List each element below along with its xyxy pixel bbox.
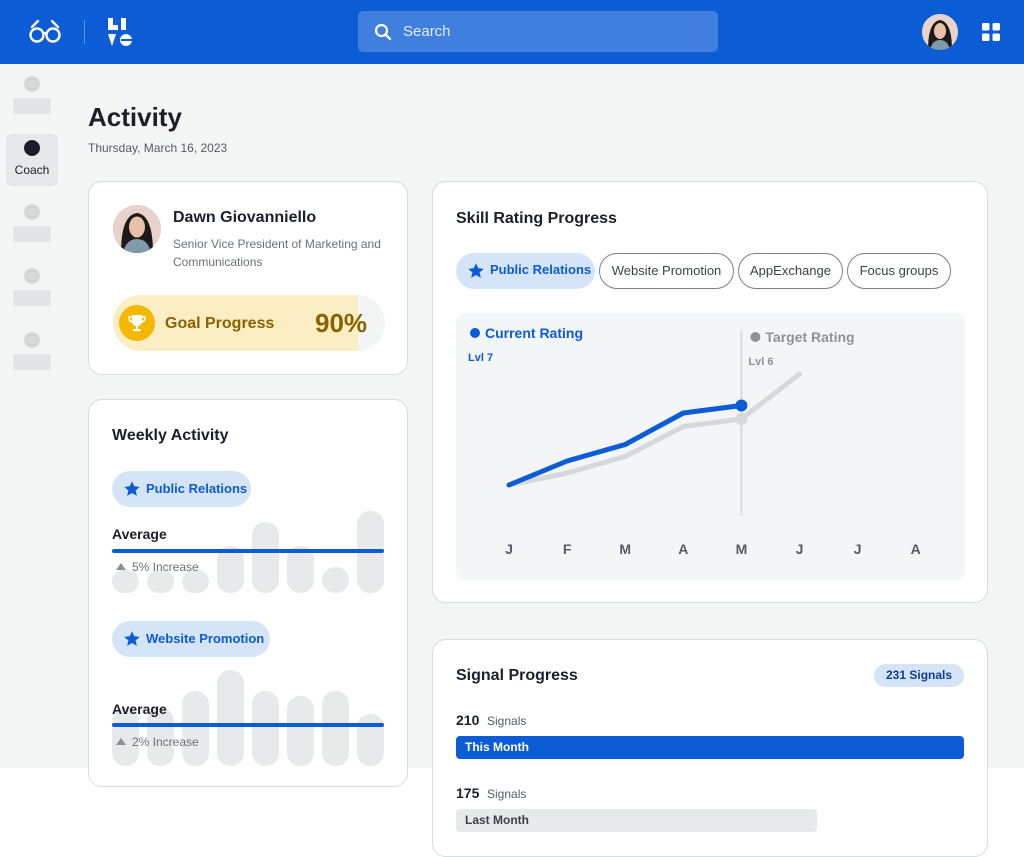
sidebar-item-5[interactable] (6, 326, 58, 378)
signals-total-badge: 231 Signals (874, 664, 965, 687)
target-rating-level: Lvl 6 (748, 356, 773, 368)
profile-avatar (113, 205, 161, 253)
current-rating-level: Lvl 7 (468, 352, 493, 364)
sidebar-item-4[interactable] (6, 262, 58, 314)
weekly-bars-website-promotion (112, 670, 385, 766)
glasses-logo-icon[interactable] (28, 19, 62, 45)
star-icon (468, 263, 484, 278)
weekly-activity-card: Weekly Activity Public Relations Average… (88, 399, 408, 787)
weekly-activity-bar (252, 522, 279, 593)
weekly-change-text: 2% Increase (112, 735, 199, 749)
signal-bar-this-month: This Month (456, 736, 964, 759)
signal-count-last-month: 175 (456, 785, 480, 801)
x-axis-tick-label: A (911, 541, 921, 557)
sidebar-item-placeholder (13, 98, 51, 114)
top-navigation-bar: Search (0, 0, 1024, 64)
tab-public-relations[interactable]: Public Relations (456, 253, 595, 289)
signal-unit: Signals (487, 787, 527, 801)
weekly-average-label: Average (112, 701, 167, 717)
logo-divider (84, 20, 85, 44)
tab-label: Public Relations (490, 262, 592, 277)
weekly-chip-public-relations[interactable]: Public Relations (112, 471, 251, 507)
page-date: Thursday, March 16, 2023 (88, 141, 228, 155)
user-avatar[interactable] (922, 14, 958, 50)
sidebar-item-placeholder (13, 290, 51, 306)
tab-focus-groups[interactable]: Focus groups (847, 253, 951, 289)
goal-progress-bar: Goal Progress 90% (113, 295, 385, 351)
current-rating-legend: Current Rating (485, 325, 583, 341)
weekly-chip-website-promotion[interactable]: Website Promotion (112, 621, 270, 657)
weekly-activity-bar (357, 714, 384, 766)
sidebar-item-placeholder (13, 354, 51, 370)
x-axis-tick-label: A (678, 541, 688, 557)
weekly-activity-bar (287, 546, 314, 593)
x-axis-tick-label: J (796, 541, 804, 557)
sidebar-item-icon (24, 140, 40, 156)
profile-role: Senior Vice President of Marketing and C… (173, 237, 381, 269)
apps-grid-icon[interactable] (982, 23, 1000, 41)
star-icon (124, 631, 140, 646)
trophy-icon (119, 305, 155, 341)
sidebar-item-icon (24, 332, 40, 348)
signal-progress-card: Signal Progress 231 Signals 210 Signals … (432, 639, 988, 857)
goal-progress-label: Goal Progress (165, 315, 275, 332)
skill-rating-title: Skill Rating Progress (456, 210, 617, 227)
weekly-change-text: 5% Increase (112, 560, 199, 574)
weekly-activity-bar (322, 567, 349, 593)
weekly-chip-label: Public Relations (146, 481, 248, 496)
sidebar-item-icon (24, 268, 40, 284)
signal-bar-last-month: Last Month (456, 809, 817, 832)
x-axis-tick-label: J (505, 541, 513, 557)
signal-count-this-month: 210 (456, 712, 480, 728)
weekly-chip-label: Website Promotion (146, 631, 265, 646)
sidebar-item-placeholder (13, 226, 51, 242)
x-axis-tick-label: J (854, 541, 862, 557)
target-rating-legend-dot (750, 332, 761, 342)
search-input[interactable]: Search (358, 11, 718, 52)
signal-progress-title: Signal Progress (456, 667, 578, 684)
signal-unit: Signals (487, 714, 527, 728)
current-rating-legend-dot (470, 328, 480, 338)
weekly-average-line (112, 723, 384, 727)
x-axis-tick-label: F (563, 541, 572, 557)
x-axis-tick-label: M (736, 541, 748, 557)
tab-website-promotion[interactable]: Website Promotion (599, 253, 734, 289)
weekly-activity-bar (287, 696, 314, 766)
target-rating-point (735, 413, 748, 425)
sidebar-item-label: Coach (14, 163, 50, 177)
page-title: Activity (88, 102, 182, 132)
weekly-activity-bar (182, 691, 209, 766)
skill-rating-chart-svg: Current Rating Lvl 7 Target Rating Lvl 6 J F M… (468, 325, 921, 557)
target-rating-legend: Target Rating (765, 329, 854, 345)
weekly-activity-bar (217, 546, 244, 593)
sidebar-item-3[interactable] (6, 198, 58, 250)
goal-progress-value: 90% (315, 308, 368, 338)
weekly-average-label: Average (112, 526, 167, 542)
weekly-activity-bar (217, 670, 244, 766)
skill-rating-chart: Current Rating Lvl 7 Target Rating Lvl 6 J F M… (456, 313, 965, 580)
weekly-activity-bar (252, 691, 279, 766)
sidebar-item-icon (24, 204, 40, 220)
weekly-activity-bar (322, 691, 349, 766)
search-icon (374, 23, 392, 41)
sidebar-item-icon (24, 76, 40, 92)
search-placeholder: Search (403, 23, 451, 40)
weekly-average-line (112, 549, 384, 553)
current-rating-line-segment (680, 403, 744, 416)
current-rating-line (506, 410, 686, 488)
tab-appexchange[interactable]: AppExchange (738, 253, 843, 289)
profile-card: Dawn Giovanniello Senior Vice President … (88, 181, 408, 375)
x-axis-tick-label: M (619, 541, 631, 557)
sidebar-item-1[interactable] (6, 70, 58, 122)
weekly-activity-title: Weekly Activity (112, 427, 229, 444)
skill-rating-card: Skill Rating Progress Public Relations W… (432, 181, 988, 603)
sidebar-item-coach[interactable]: Coach (6, 134, 58, 186)
profile-name: Dawn Giovanniello (173, 209, 317, 226)
live-logo-icon[interactable] (106, 16, 138, 48)
star-icon (124, 481, 140, 496)
